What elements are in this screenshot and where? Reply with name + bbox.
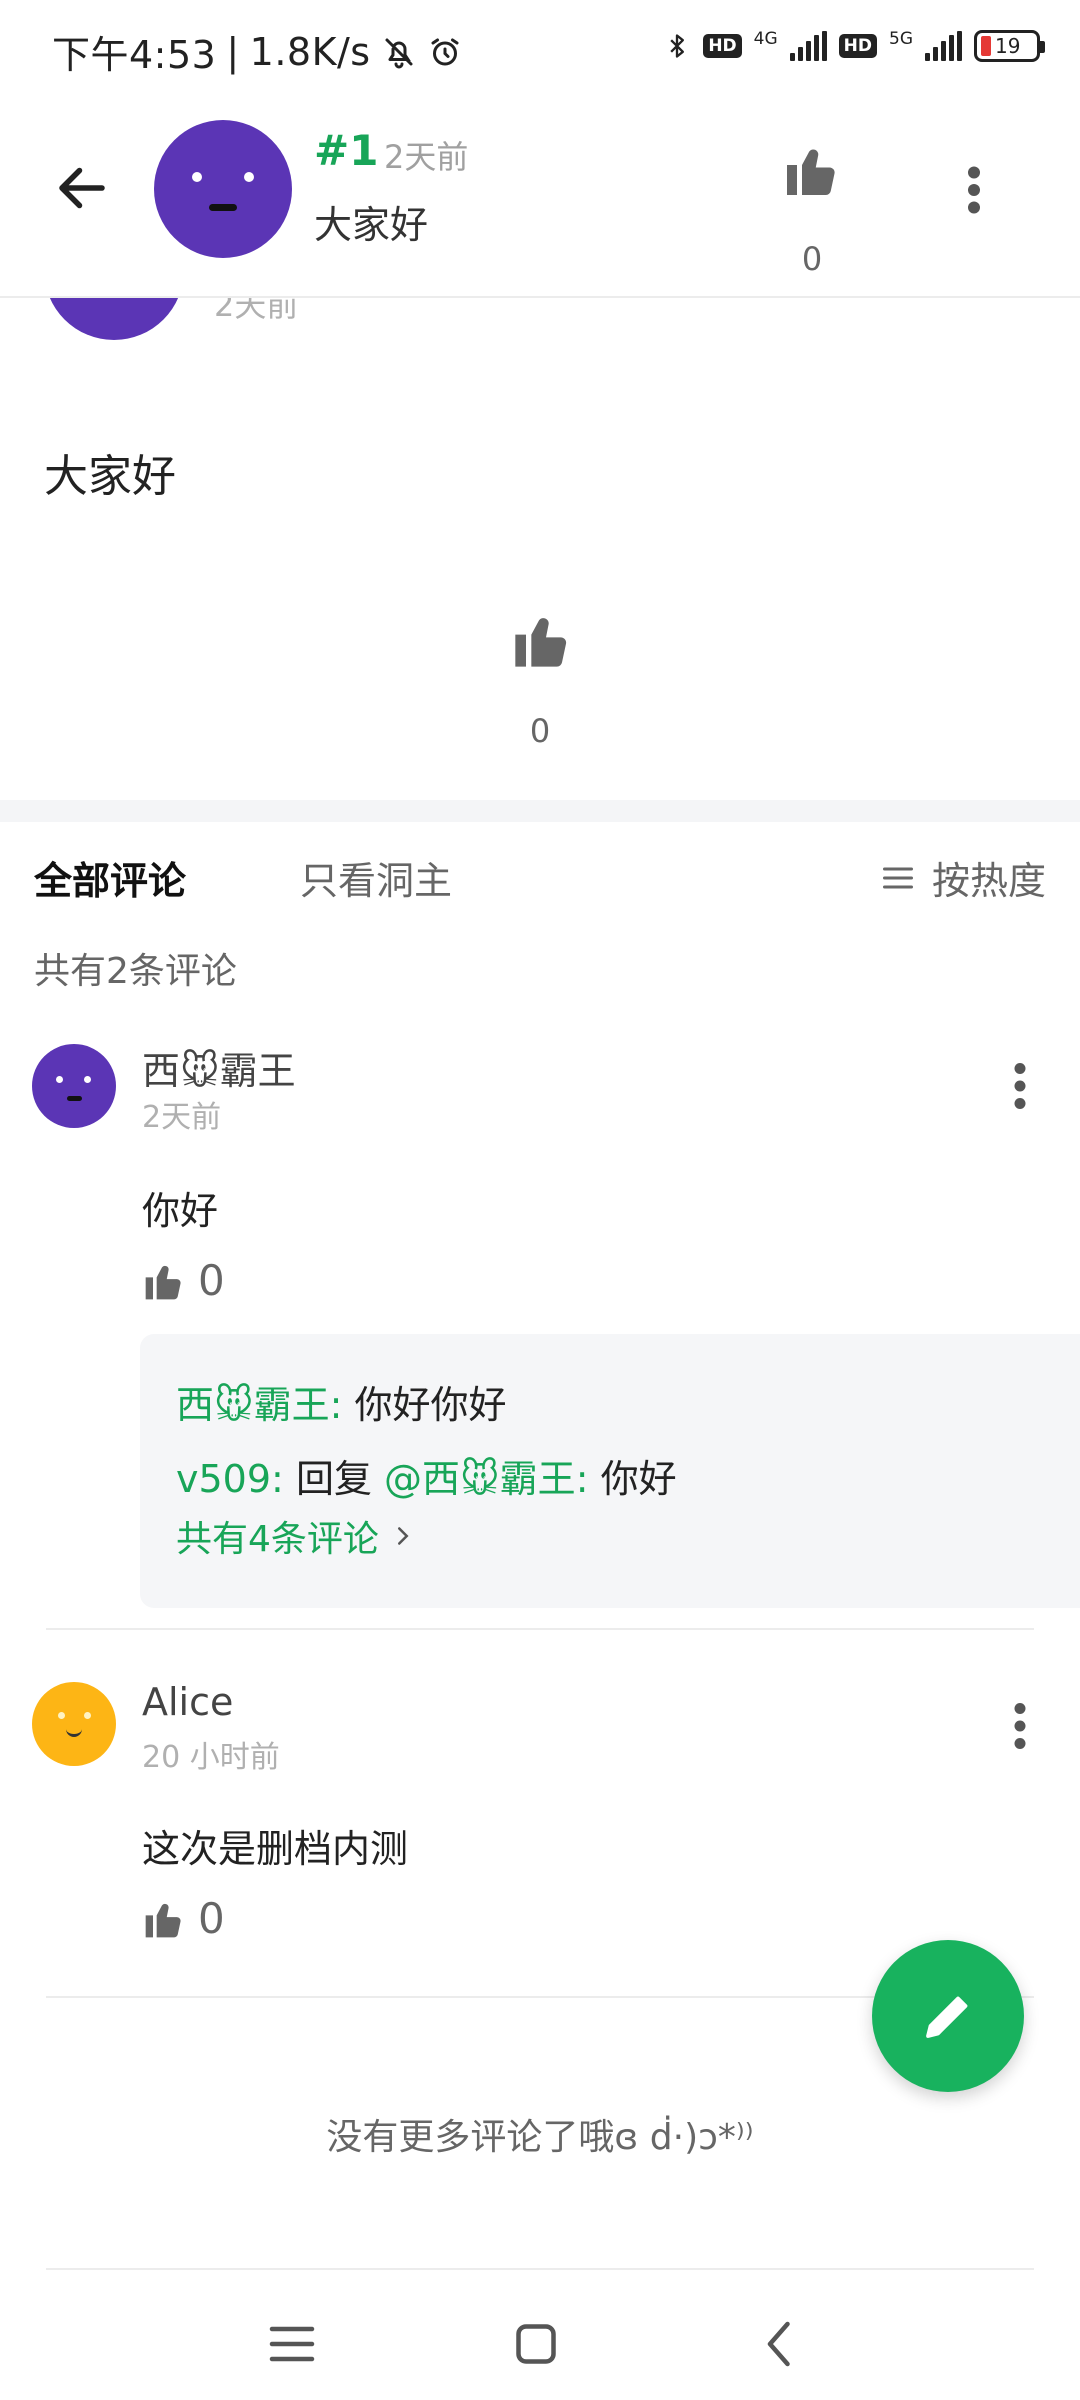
sort-lines-icon [882, 867, 913, 888]
comment-text: 你好 [142, 1189, 219, 1233]
comment-time: 2天前 [142, 1100, 222, 1135]
comment-text: 这次是删档内测 [142, 1827, 409, 1871]
write-comment-button[interactable] [872, 1940, 1024, 2092]
chevron-right-icon [397, 1527, 409, 1545]
tab-all-comments[interactable]: 全部评论 [34, 850, 186, 905]
reply-box[interactable]: 西🐭霸王: 你好你好 v509: 回复 @西🐭霸王: 你好 共有4条评论 [140, 1334, 1080, 1608]
bottom-divider [46, 2268, 1034, 2270]
net-label-5g: 5G [889, 29, 913, 49]
status-time: 下午4:53 [52, 33, 217, 77]
sort-button[interactable]: 按热度 [880, 850, 1046, 905]
reply-item[interactable]: v509: 回复 @西🐭霸王: 你好 [176, 1448, 677, 1503]
header-avatar[interactable] [154, 120, 292, 258]
header-post-text: 大家好 [314, 203, 429, 247]
comment-like-count: 0 [198, 1256, 225, 1305]
more-replies-link[interactable]: 共有4条评论 [176, 1510, 415, 1562]
post-number: #1 [314, 126, 379, 175]
net-label-4g: 4G [753, 29, 778, 49]
comment-tabs: 全部评论 只看洞主 按热度 [0, 850, 1080, 930]
reply-text: 你好 [600, 1457, 677, 1501]
thumbs-up-icon[interactable] [510, 608, 574, 672]
status-left: 下午4:53 | 1.8K/s [52, 24, 463, 79]
comment-like-count: 0 [198, 1894, 225, 1943]
system-nav-bar [0, 2290, 1080, 2400]
reply-item[interactable]: 西🐭霸王: 你好你好 [176, 1374, 507, 1429]
hd-badge-1: HD [703, 34, 742, 58]
battery-level: 19 [995, 34, 1021, 58]
more-vertical-icon[interactable] [1000, 1056, 1040, 1116]
comment-like-button[interactable]: 0 [142, 1894, 225, 1943]
header-post-time: 2天前 [384, 138, 469, 176]
thumbs-up-icon [145, 1903, 181, 1937]
nav-back-icon[interactable] [750, 2314, 810, 2374]
reply-label: 回复 [295, 1457, 372, 1501]
menu-icon[interactable] [262, 2314, 322, 2374]
reply-author[interactable]: v509 [176, 1457, 271, 1501]
hd-badge-2: HD [838, 34, 877, 58]
comment-like-button[interactable]: 0 [142, 1256, 225, 1305]
comment-author[interactable]: Alice [142, 1680, 233, 1724]
pencil-icon [926, 1996, 968, 2038]
reply-author[interactable]: 西🐭霸王 [176, 1383, 330, 1427]
more-vertical-icon[interactable] [954, 160, 994, 220]
comment-author[interactable]: 西🐭霸王 [142, 1040, 296, 1095]
bluetooth-icon [670, 34, 685, 58]
header-like-count: 0 [801, 240, 823, 278]
home-square-icon[interactable] [506, 2314, 566, 2374]
status-right: HD 4G HD 5G 19 [663, 28, 1045, 64]
back-arrow-icon[interactable] [52, 158, 112, 218]
comment-divider [46, 1628, 1034, 1630]
more-replies-label: 共有4条评论 [176, 1519, 379, 1560]
bell-off-icon [385, 38, 413, 68]
comment-avatar[interactable] [32, 1044, 116, 1128]
reply-mention[interactable]: @西🐭霸王 [384, 1457, 576, 1501]
alarm-icon [431, 38, 459, 65]
more-vertical-icon[interactable] [1000, 1696, 1040, 1756]
battery-icon: 19 [974, 30, 1045, 62]
end-of-comments-text: 没有更多评论了哦ɞ ḋ·)ɔ*⁾⁾ [326, 2117, 754, 2158]
status-bar: 下午4:53 | 1.8K/s HD 4G HD 5G 19 [0, 0, 1080, 100]
comment-avatar[interactable] [32, 1682, 116, 1766]
section-divider [0, 800, 1080, 822]
thumbs-up-icon [145, 1265, 181, 1299]
comment-time: 20 小时前 [142, 1740, 280, 1775]
signal-icon-2 [925, 31, 962, 61]
tab-owner-only[interactable]: 只看洞主 [300, 850, 452, 905]
comment-count: 共有2条评论 [34, 951, 237, 992]
sort-label: 按热度 [931, 859, 1046, 903]
reply-text: 你好你好 [354, 1383, 507, 1427]
signal-icon-1 [789, 31, 827, 61]
status-net-speed: 1.8K/s [249, 29, 371, 74]
post-content: 大家好 [44, 451, 176, 502]
post-like-count: 0 [529, 712, 551, 750]
post-header: #1 2天前 大家好 0 [0, 100, 1080, 298]
thumbs-up-icon[interactable] [782, 140, 842, 200]
